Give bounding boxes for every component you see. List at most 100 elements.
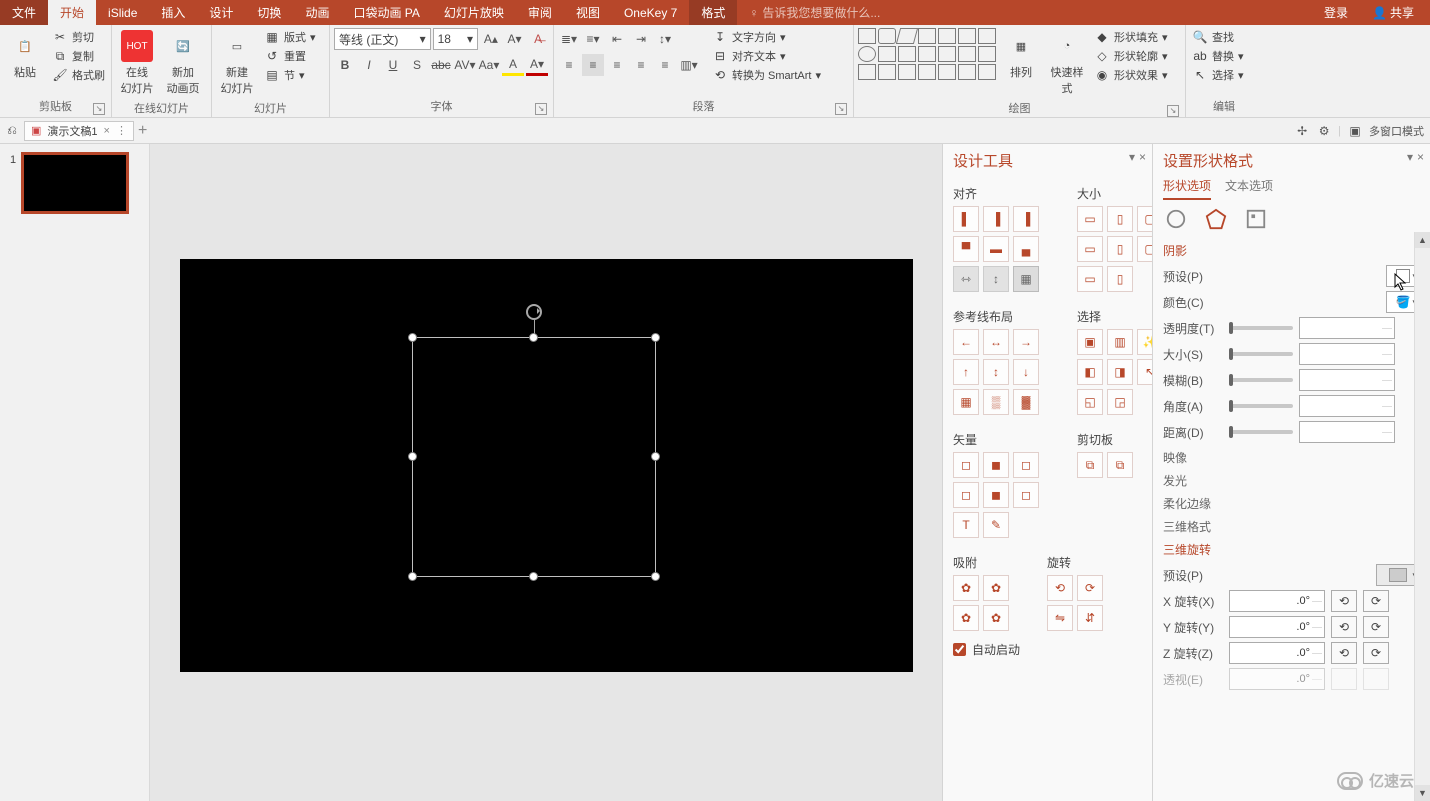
handle-sw[interactable] <box>408 572 417 581</box>
section-softedge[interactable]: 柔化边缘 <box>1163 495 1420 512</box>
align-center-btn[interactable]: ▐ <box>983 206 1009 232</box>
arrange-button[interactable]: ▦排列 <box>1000 28 1042 82</box>
close-icon[interactable]: × <box>1417 150 1424 164</box>
tab-animation[interactable]: 动画 <box>293 0 341 25</box>
snap-2[interactable]: ✿ <box>983 575 1009 601</box>
handle-s[interactable] <box>529 572 538 581</box>
pane-scrollbar[interactable]: ▲▼ <box>1414 232 1430 801</box>
guide-1[interactable]: ← <box>953 329 979 355</box>
cb-2[interactable]: ⧉ <box>1107 452 1133 478</box>
sel-6[interactable]: ↖ <box>1137 359 1152 385</box>
shape-outline-button[interactable]: ◇形状轮廓▾ <box>1092 47 1170 65</box>
sel-7[interactable]: ◱ <box>1077 389 1103 415</box>
handle-e[interactable] <box>651 452 660 461</box>
xrot-right[interactable]: ⟳ <box>1363 590 1389 612</box>
dialog-launcher-icon[interactable]: ↘ <box>93 103 105 115</box>
bold-button[interactable]: B <box>334 54 356 76</box>
close-icon[interactable]: × <box>104 125 110 137</box>
highlight-button[interactable]: A <box>502 54 524 76</box>
dialog-launcher-icon[interactable]: ↘ <box>1167 105 1179 117</box>
doc-tab[interactable]: ▣ 演示文稿1 × ⋮ <box>24 121 134 141</box>
copy-button[interactable]: ⧉复制 <box>50 47 107 65</box>
vec-8[interactable]: ✎ <box>983 512 1009 538</box>
yrot-spin[interactable]: .0° <box>1229 616 1325 638</box>
vec-3[interactable]: ◻ <box>1013 452 1039 478</box>
dist-v-btn[interactable]: ↕ <box>983 266 1009 292</box>
size-5[interactable]: ▯ <box>1107 236 1133 262</box>
align-text-button[interactable]: ⊟对齐文本▾ <box>710 47 823 65</box>
vec-1[interactable]: ◻ <box>953 452 979 478</box>
rot-3[interactable]: ⇋ <box>1047 605 1073 631</box>
select-button[interactable]: ↖选择▾ <box>1190 66 1246 84</box>
blur-slider[interactable] <box>1229 378 1293 382</box>
windows-icon[interactable]: ▣ <box>1347 123 1363 139</box>
font-name-select[interactable]: 等线 (正文)▾ <box>334 28 431 50</box>
font-size-select[interactable]: 18▾ <box>433 28 478 50</box>
size-1[interactable]: ▭ <box>1077 206 1103 232</box>
quick-style-button[interactable]: ◔快速样式 <box>1046 28 1088 98</box>
snap-3[interactable]: ✿ <box>953 605 979 631</box>
tab-review[interactable]: 审阅 <box>516 0 564 25</box>
size-8[interactable]: ▯ <box>1107 266 1133 292</box>
tab-text-options[interactable]: 文本选项 <box>1225 177 1273 200</box>
shape-effects-button[interactable]: ◉形状效果▾ <box>1092 66 1170 84</box>
vec-4[interactable]: ◻ <box>953 482 979 508</box>
clear-format-button[interactable]: A̶ <box>527 28 549 50</box>
blur-spin[interactable] <box>1299 369 1395 391</box>
sel-8[interactable]: ◲ <box>1107 389 1133 415</box>
layout-button[interactable]: ▦版式▾ <box>262 28 318 46</box>
align-right-button[interactable]: ≡ <box>606 54 628 76</box>
dist-grid-btn[interactable]: ▦ <box>1013 266 1039 292</box>
guide-8[interactable]: ▒ <box>983 389 1009 415</box>
cb-1[interactable]: ⧉ <box>1077 452 1103 478</box>
tab-islide[interactable]: iSlide <box>96 0 149 25</box>
guide-9[interactable]: ▓ <box>1013 389 1039 415</box>
section-button[interactable]: ▤节▾ <box>262 66 318 84</box>
tab-file[interactable]: 文件 <box>0 0 48 25</box>
gear-icon[interactable]: ⚙ <box>1316 123 1332 139</box>
smartart-button[interactable]: ⟲转换为 SmartArt▾ <box>710 66 823 84</box>
snap-1[interactable]: ✿ <box>953 575 979 601</box>
sel-1[interactable]: ▣ <box>1077 329 1103 355</box>
angle-spin[interactable] <box>1299 395 1395 417</box>
vec-6[interactable]: ◻ <box>1013 482 1039 508</box>
dialog-launcher-icon[interactable]: ↘ <box>535 103 547 115</box>
login-button[interactable]: 登录 <box>1316 0 1356 25</box>
section-glow[interactable]: 发光 <box>1163 472 1420 489</box>
guide-3[interactable]: → <box>1013 329 1039 355</box>
size-spin[interactable] <box>1299 343 1395 365</box>
numbering-button[interactable]: ≡▾ <box>582 28 604 50</box>
columns-button[interactable]: ▥▾ <box>678 54 700 76</box>
new-anim-button[interactable]: 🔄新加 动画页 <box>162 28 204 98</box>
case-button[interactable]: Aa▾ <box>478 54 500 76</box>
autostart-checkbox[interactable]: 自动启动 <box>953 641 1142 658</box>
size-props-icon[interactable] <box>1245 208 1267 230</box>
snap-4[interactable]: ✿ <box>983 605 1009 631</box>
zrot-cw[interactable]: ⟳ <box>1363 642 1389 664</box>
guide-7[interactable]: ▦ <box>953 389 979 415</box>
section-3dformat[interactable]: 三维格式 <box>1163 518 1420 535</box>
fill-line-icon[interactable] <box>1165 208 1187 230</box>
tab-shape-options[interactable]: 形状选项 <box>1163 177 1211 200</box>
section-shadow[interactable]: 阴影 <box>1163 242 1420 259</box>
handle-w[interactable] <box>408 452 417 461</box>
sel-3[interactable]: ✨ <box>1137 329 1152 355</box>
align-top-btn[interactable]: ▀ <box>953 236 979 262</box>
tab-onekey[interactable]: OneKey 7 <box>612 0 689 25</box>
multiwindow-label[interactable]: 多窗口模式 <box>1369 123 1424 139</box>
align-bottom-btn[interactable]: ▄ <box>1013 236 1039 262</box>
transparency-spin[interactable] <box>1299 317 1395 339</box>
tab-pa[interactable]: 口袋动画 PA <box>341 0 431 25</box>
rot-4[interactable]: ⇵ <box>1077 605 1103 631</box>
close-icon[interactable]: × <box>1139 150 1146 164</box>
reset-button[interactable]: ↺重置 <box>262 47 318 65</box>
sel-2[interactable]: ▥ <box>1107 329 1133 355</box>
distance-slider[interactable] <box>1229 430 1293 434</box>
align-left-button[interactable]: ≡ <box>558 54 580 76</box>
indent-button[interactable]: ⇥ <box>630 28 652 50</box>
sel-4[interactable]: ◧ <box>1077 359 1103 385</box>
size-7[interactable]: ▭ <box>1077 266 1103 292</box>
outdent-button[interactable]: ⇤ <box>606 28 628 50</box>
guide-2[interactable]: ↔ <box>983 329 1009 355</box>
sel-5[interactable]: ◨ <box>1107 359 1133 385</box>
